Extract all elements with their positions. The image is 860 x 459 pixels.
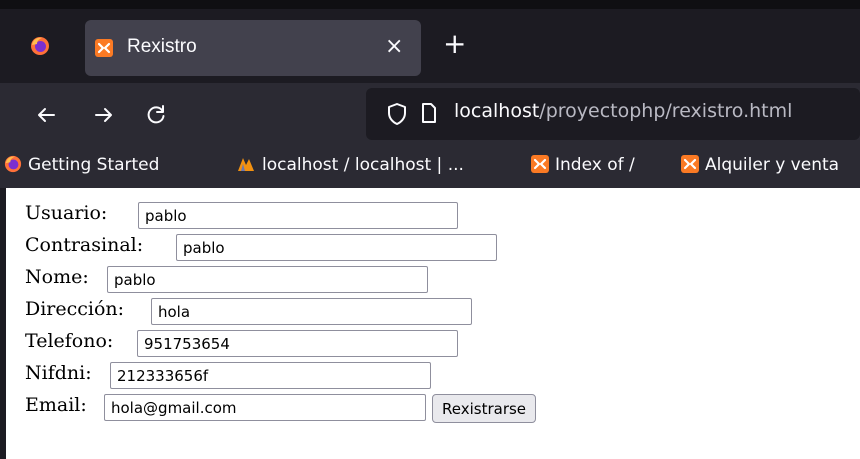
xampp-icon [95, 39, 113, 57]
shield-icon[interactable] [386, 102, 408, 126]
tab-rexistro[interactable]: Rexistro × [85, 20, 421, 76]
email-input[interactable] [104, 394, 426, 421]
url-path: /proyectophp/rexistro.html [539, 100, 793, 122]
nifdni-label: Nifdni: [25, 362, 92, 384]
usuario-input[interactable] [138, 202, 458, 229]
phpmyadmin-icon [238, 158, 254, 171]
direccion-label: Dirección: [25, 298, 125, 320]
bookmark-label: Index of / [555, 155, 635, 175]
bookmark-label: Getting Started [28, 155, 160, 175]
firefox-icon[interactable] [30, 36, 50, 56]
forward-arrow-icon[interactable] [90, 101, 118, 129]
xampp-icon [681, 155, 699, 173]
tab-close-icon[interactable]: × [385, 34, 403, 60]
nifdni-input[interactable] [110, 362, 431, 389]
bookmarks-toolbar: Getting Started localhost / localhost | … [0, 147, 860, 188]
url-text[interactable]: localhost/proyectophp/rexistro.html [454, 100, 792, 122]
direccion-input[interactable] [151, 298, 472, 325]
window-left-edge [0, 188, 6, 459]
bookmark-alquiler[interactable]: Alquiler y venta [681, 155, 839, 175]
contrasinal-input[interactable] [176, 234, 497, 261]
window-top-edge [0, 0, 860, 9]
tab-bar: Rexistro × + [0, 0, 860, 83]
email-label: Email: [25, 394, 87, 416]
telefono-label: Telefono: [25, 330, 114, 352]
xampp-icon [531, 155, 549, 173]
bookmark-index-of[interactable]: Index of / [531, 155, 635, 175]
bookmark-label: localhost / localhost | ... [262, 155, 464, 175]
tab-title: Rexistro [127, 36, 197, 57]
bookmark-getting-started[interactable]: Getting Started [4, 155, 159, 175]
reload-icon[interactable] [142, 101, 170, 129]
firefox-icon [4, 155, 22, 173]
usuario-label: Usuario: [25, 202, 108, 224]
page-icon[interactable] [420, 101, 438, 125]
back-arrow-icon[interactable] [32, 101, 60, 129]
nome-input[interactable] [107, 266, 428, 293]
bookmark-label: Alquiler y venta [705, 155, 840, 175]
nome-label: Nome: [25, 266, 89, 288]
address-bar[interactable]: localhost/proyectophp/rexistro.html [366, 88, 860, 140]
bookmark-localhost[interactable]: localhost / localhost | ... [236, 155, 464, 175]
rexistrarse-button[interactable]: Rexistrarse [432, 394, 537, 423]
telefono-input[interactable] [137, 330, 458, 357]
new-tab-button[interactable]: + [443, 30, 466, 58]
contrasinal-label: Contrasinal: [25, 234, 144, 256]
url-host: localhost [454, 100, 540, 122]
